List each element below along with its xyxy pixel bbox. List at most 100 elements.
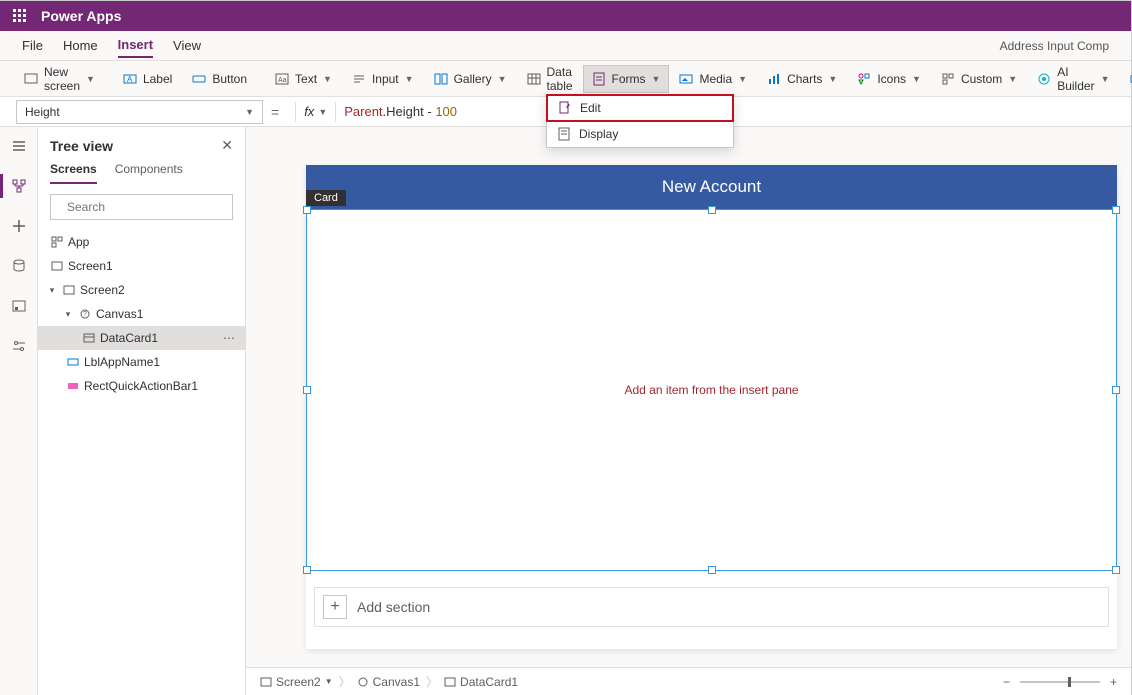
chevron-down-icon[interactable]: ▾ [62,309,74,320]
tree-view-panel: Tree view ✕ Screens Components App Scree… [38,127,246,695]
rail-settings-icon[interactable] [10,337,28,355]
equals-sign: = [271,104,279,120]
chevron-down-icon: ▼ [912,74,921,84]
menu-file[interactable]: File [22,34,43,57]
rail-insert-icon[interactable] [10,217,28,235]
more-icon[interactable]: ⋯ [223,331,235,345]
canvas-icon: ? [78,308,92,320]
ribbon-mixed-reality[interactable]: Mixed Reality ▼ [1119,67,1132,91]
tree-view-title: Tree view [50,138,113,154]
resize-handle[interactable] [1112,566,1120,574]
svg-text:A: A [127,75,133,84]
ribbon-custom-label: Custom [961,72,1002,86]
resize-handle[interactable] [303,386,311,394]
ribbon-media[interactable]: Media ▼ [669,67,757,91]
resize-handle[interactable] [303,566,311,574]
forms-icon [592,72,606,86]
app-header: Power Apps [0,1,1131,31]
screen-icon [260,676,272,688]
waffle-icon[interactable] [13,9,27,23]
plus-icon: + [323,595,347,619]
zoom-slider[interactable] [1020,681,1100,683]
zoom-in-button[interactable]: + [1110,675,1117,689]
rail-media-icon[interactable] [10,297,28,315]
resize-handle[interactable] [303,206,311,214]
chevron-down-icon[interactable]: ▾ [46,285,58,296]
menu-view[interactable]: View [173,34,201,57]
zoom-out-button[interactable]: − [1003,675,1010,689]
tree-tab-screens[interactable]: Screens [50,162,97,184]
selected-datacard[interactable]: Card Add an item from the insert pane [306,209,1117,571]
ribbon-custom[interactable]: Custom ▼ [931,67,1027,91]
datacard-icon [444,676,456,688]
resize-handle[interactable] [1112,386,1120,394]
menu-insert[interactable]: Insert [118,33,153,58]
svg-text:?: ? [83,311,87,318]
chevron-down-icon: ▼ [1008,74,1017,84]
tree-item-canvas1[interactable]: ▾ ? Canvas1 [38,302,245,326]
ribbon-text-label: Text [295,72,317,86]
property-dropdown[interactable]: Height ▼ [16,100,263,124]
ribbon-data-table[interactable]: Data table [517,67,583,91]
ribbon-forms[interactable]: Forms ▼ [583,65,670,93]
charts-icon [767,72,781,86]
menu-home[interactable]: Home [63,34,98,57]
property-value: Height [25,105,60,119]
resize-handle[interactable] [708,566,716,574]
search-field[interactable] [65,199,224,215]
menu-right-text: Address Input Comp [1000,39,1109,53]
ribbon-icons[interactable]: Icons ▼ [847,67,931,91]
ribbon-icons-label: Icons [877,72,906,86]
breadcrumb-screen2[interactable]: Screen2 ▼ [260,675,333,689]
forms-dropdown-menu: Edit Display [546,94,734,148]
tree-item-lblappname1[interactable]: LblAppName1 [38,350,245,374]
ribbon-label[interactable]: A Label [113,67,182,91]
tree-item-rectquick[interactable]: RectQuickActionBar1 [38,374,245,398]
chevron-down-icon: ▼ [86,74,95,84]
chevron-down-icon: ▼ [323,74,332,84]
ribbon-button-label: Button [212,72,247,86]
ribbon-input[interactable]: Input ▼ [342,67,424,91]
add-section-button[interactable]: + Add section [314,587,1109,627]
ribbon-gallery[interactable]: Gallery ▼ [424,67,517,91]
media-icon [679,72,693,86]
close-icon[interactable]: ✕ [221,137,233,154]
add-section-label: Add section [357,599,430,615]
ribbon-text[interactable]: Aa Text ▼ [265,67,342,91]
forms-edit-item[interactable]: Edit [546,94,734,122]
screen-icon [62,284,76,296]
tree-tab-components[interactable]: Components [115,162,183,184]
display-form-icon [557,127,571,141]
canvas-title: New Account [662,177,761,197]
resize-handle[interactable] [1112,206,1120,214]
tree-search-input[interactable] [50,194,233,220]
menu-bar: File Home Insert View Address Input Comp [0,31,1131,61]
icons-icon [857,72,871,86]
status-bar: Screen2 ▼ 〉 Canvas1 〉 DataCard1 − + [246,667,1131,695]
breadcrumb-separator: 〉 [339,673,351,690]
chevron-down-icon: ▼ [1101,74,1110,84]
rail-data-icon[interactable] [10,257,28,275]
svg-text:Aa: Aa [278,77,287,84]
fx-button[interactable]: fx▼ [304,104,327,119]
tree-list: App Screen1 ▾ Screen2 ▾ ? Canvas1 [38,230,245,695]
placeholder-text: Add an item from the insert pane [624,383,798,397]
rail-hamburger-icon[interactable] [10,137,28,155]
ribbon-charts[interactable]: Charts ▼ [757,67,847,91]
resize-handle[interactable] [708,206,716,214]
ribbon-new-screen[interactable]: New screen ▼ [14,67,105,91]
formula-input[interactable]: Parent.Height - 100 [344,104,457,120]
selection-flag: Card [306,190,346,206]
forms-display-item[interactable]: Display [547,121,733,147]
ribbon-ai-builder[interactable]: AI Builder ▼ [1027,67,1119,91]
rail-tree-view-icon[interactable] [10,177,28,195]
tree-item-app[interactable]: App [38,230,245,254]
tree-item-datacard1[interactable]: DataCard1 ⋯ [38,326,245,350]
tree-item-screen1[interactable]: Screen1 [38,254,245,278]
breadcrumb-canvas1[interactable]: Canvas1 [357,675,420,689]
tree-item-screen2[interactable]: ▾ Screen2 [38,278,245,302]
ai-builder-icon [1037,72,1051,86]
ribbon-button[interactable]: Button [182,67,257,91]
canvas[interactable]: New Account Card Add an item from the in… [306,165,1117,649]
breadcrumb-datacard1[interactable]: DataCard1 [444,675,518,689]
